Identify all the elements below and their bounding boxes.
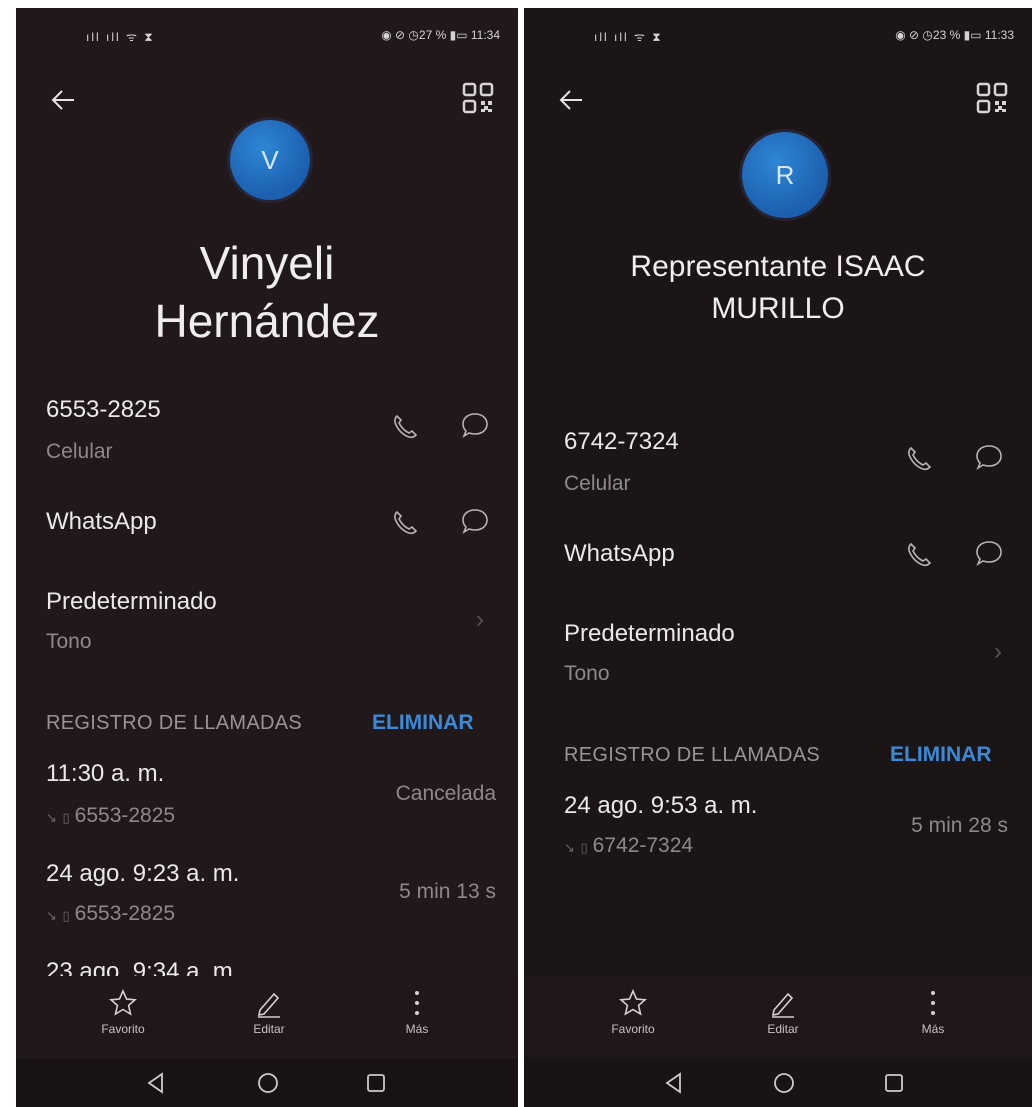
avatar: V [230,120,310,200]
contact-screen-right: ıll ıll ᯤ ⧗ ◉ ⊘ ◷23 % ▮▭ 11:33 R Represe… [524,8,1032,1107]
log-entry-time[interactable]: 11:30 a. m. [46,760,164,788]
log-entry-number-text: 6742-7324 [592,834,694,857]
back-nav-icon[interactable] [142,1069,170,1097]
status-bar: ıll ıll ᯤ ⧗ ◉ ⊘ ◷27 % ▮▭ 11:34 [16,8,518,64]
log-entry-number: ↘ ▯ 6553-2825 [46,804,175,828]
ringtone-label: Tono [46,630,92,653]
edit-button[interactable]: Editar [738,976,828,1038]
favorite-label: Favorito [101,1022,145,1036]
delete-log-button[interactable]: ELIMINAR [372,711,474,735]
favorite-button[interactable]: Favorito [588,976,678,1038]
bottom-action-bar: Favorito Editar Más [524,976,1032,1056]
back-arrow-icon[interactable] [552,80,592,120]
message-icon[interactable] [974,442,1004,472]
log-entry-time[interactable]: 24 ago. 9:53 a. m. [564,792,757,820]
pencil-icon [771,992,794,1018]
status-right-text: ◉ ⊘ ◷23 % ▮▭ 11:33 [895,28,1014,42]
ringtone-label: Tono [564,662,610,685]
contact-name-line1: Representante ISAAC [630,250,926,283]
contact-name: Vinyeli Hernández [16,234,518,350]
status-bar: ıll ıll ᯤ ⧗ ◉ ⊘ ◷23 % ▮▭ 11:33 [524,8,1032,64]
phone-number[interactable]: 6553-2825 [46,396,161,424]
ringtone-value[interactable]: Predeterminado [46,588,217,616]
whatsapp-label[interactable]: WhatsApp [46,508,157,536]
sim-icon: ↘ ▯ [46,908,71,923]
contact-name-line1: Vinyeli [199,237,335,289]
back-arrow-icon[interactable] [44,80,84,120]
phone-number[interactable]: 6742-7324 [564,428,679,456]
qr-code-icon[interactable] [974,80,1010,116]
log-entry-number: ↘ ▯ 6742-7324 [564,834,693,858]
whatsapp-call-icon[interactable] [904,540,934,570]
navigation-bar [524,1059,1032,1107]
message-icon[interactable] [460,410,490,440]
contact-name: Representante ISAAC MURILLO [524,246,1032,330]
more-button[interactable]: Más [372,976,462,1038]
whatsapp-call-icon[interactable] [390,508,420,538]
call-log-title: REGISTRO DE LLAMADAS [564,744,821,766]
star-icon [109,989,137,1016]
delete-log-button[interactable]: ELIMINAR [890,743,992,767]
phone-type: Celular [564,472,631,495]
sim-icon: ↘ ▯ [564,840,589,855]
pencil-icon [257,992,280,1018]
star-icon [619,989,647,1016]
navigation-bar [16,1059,518,1107]
bottom-action-bar: Favorito Editar Más [16,976,518,1056]
status-right-text: ◉ ⊘ ◷27 % ▮▭ 11:34 [381,28,500,42]
call-icon[interactable] [904,444,934,474]
signal-icons: ıll ıll ᯤ ⧗ [594,30,663,44]
favorite-button[interactable]: Favorito [78,976,168,1038]
log-entry-number-text: 6553-2825 [74,804,176,827]
contact-screen-left: ıll ıll ᯤ ⧗ ◉ ⊘ ◷27 % ▮▭ 11:34 V Vinyeli… [16,8,518,1107]
more-label: Más [921,1022,945,1036]
recents-nav-icon[interactable] [362,1069,390,1097]
sim-icon: ↘ ▯ [46,810,71,825]
log-entry-number: ↘ ▯ 6553-2825 [46,902,175,926]
signal-icons: ıll ıll ᯤ ⧗ [86,30,155,44]
home-nav-icon[interactable] [254,1069,282,1097]
contact-name-line2: MURILLO [711,292,845,325]
chevron-right-icon: › [994,638,1002,665]
favorite-label: Favorito [611,1022,655,1036]
more-vertical-icon [931,991,935,1015]
log-entry-status: 5 min 28 s [911,814,1008,837]
edit-button[interactable]: Editar [224,976,314,1038]
chevron-right-icon: › [476,606,484,633]
ringtone-value[interactable]: Predeterminado [564,620,735,648]
log-entry-status: Cancelada [395,782,496,805]
call-icon[interactable] [390,412,420,442]
avatar: R [742,132,828,218]
edit-label: Editar [767,1022,799,1036]
more-label: Más [405,1022,429,1036]
log-entry-time[interactable]: 24 ago. 9:23 a. m. [46,860,239,888]
log-entry-status: 5 min 13 s [399,880,496,903]
more-button[interactable]: Más [888,976,978,1038]
qr-code-icon[interactable] [460,80,496,116]
log-entry-number-text: 6553-2825 [74,902,176,925]
back-nav-icon[interactable] [660,1069,688,1097]
contact-name-line2: Hernández [154,295,380,347]
whatsapp-label[interactable]: WhatsApp [564,540,675,568]
whatsapp-message-icon[interactable] [974,538,1004,568]
whatsapp-message-icon[interactable] [460,506,490,536]
edit-label: Editar [253,1022,285,1036]
home-nav-icon[interactable] [770,1069,798,1097]
more-vertical-icon [415,991,419,1015]
phone-type: Celular [46,440,113,463]
call-log-title: REGISTRO DE LLAMADAS [46,712,303,734]
recents-nav-icon[interactable] [880,1069,908,1097]
